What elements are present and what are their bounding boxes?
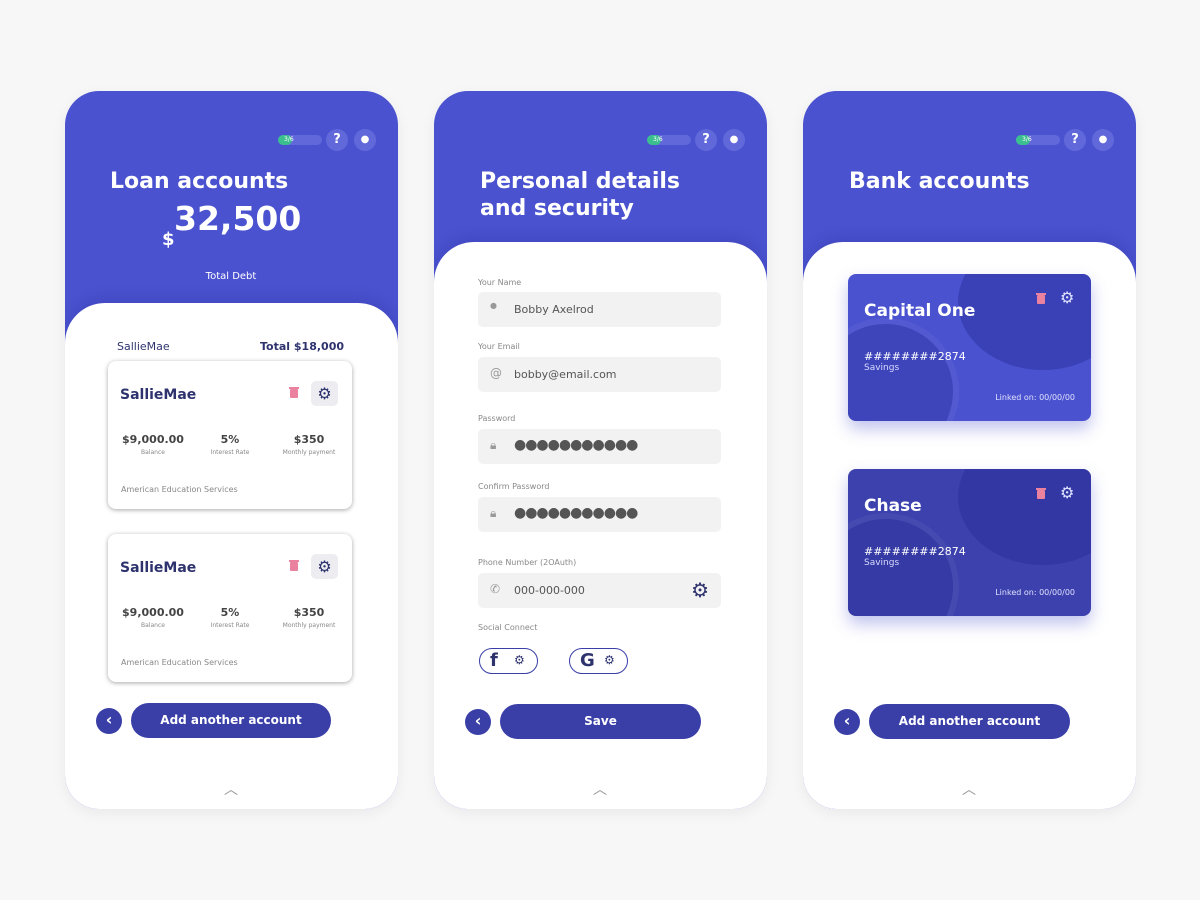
- lender-total: Total $18,000: [260, 340, 344, 353]
- total-debt-amount: 32,500: [174, 199, 302, 238]
- loan-card[interactable]: SallieMae ⚙ $9,000.00 Balance 5% Interest …: [108, 534, 352, 682]
- phone-input[interactable]: ✆ 000-000-000 ⚙: [478, 573, 721, 608]
- trash-icon[interactable]: [1036, 487, 1046, 499]
- help-button[interactable]: ?: [695, 129, 717, 151]
- total-debt-label: Total Debt: [205, 271, 257, 282]
- settings-gear-icon: ⚙: [514, 653, 525, 667]
- add-account-button[interactable]: Add another account: [131, 703, 331, 738]
- password-input[interactable]: 🔒︎ ●●●●●●●●●●●: [478, 429, 721, 464]
- help-button[interactable]: ?: [1064, 129, 1086, 151]
- loan-card[interactable]: SallieMae ⚙ $9,000.00 Balance 5% Interest …: [108, 361, 352, 509]
- trash-icon[interactable]: [289, 386, 299, 398]
- personal-details-screen: 3/6 ? ● Personal details and security You…: [434, 91, 767, 809]
- settings-gear-icon[interactable]: ⚙: [1060, 288, 1074, 307]
- back-button[interactable]: ‹: [834, 709, 860, 735]
- add-account-button[interactable]: Add another account: [869, 704, 1070, 739]
- lock-icon: 🔒︎: [490, 438, 497, 452]
- google-icon: G: [580, 650, 595, 671]
- at-icon: @: [490, 366, 502, 380]
- bank-card[interactable]: Capital One ⚙ ########2874 Savings Linke…: [848, 274, 1091, 421]
- bank-card[interactable]: Chase ⚙ ########2874 Savings Linked on: …: [848, 469, 1091, 616]
- facebook-icon: f: [490, 650, 498, 671]
- save-button[interactable]: Save: [500, 704, 701, 739]
- settings-gear-icon: ⚙: [604, 653, 615, 667]
- settings-gear-icon[interactable]: ⚙: [311, 381, 338, 406]
- page-title: Loan accounts: [110, 169, 289, 194]
- lender-name: SallieMae: [117, 340, 170, 353]
- back-button[interactable]: ‹: [465, 709, 491, 735]
- user-icon: ●: [490, 301, 497, 310]
- facebook-connect-button[interactable]: f ⚙: [479, 648, 538, 674]
- settings-gear-icon[interactable]: ⚙: [691, 578, 709, 602]
- progress-bar: 3/6: [647, 135, 691, 145]
- google-connect-button[interactable]: G ⚙: [569, 648, 628, 674]
- settings-gear-icon[interactable]: ⚙: [1060, 483, 1074, 502]
- chat-button[interactable]: ●: [1092, 129, 1114, 151]
- loan-accounts-screen: 3/6 ? ● Loan accounts $ 32,500 Total Deb…: [65, 91, 398, 809]
- name-input[interactable]: ● Bobby Axelrod: [478, 292, 721, 327]
- bank-accounts-screen: 3/6 ? ● Bank accounts Capital One ⚙ ####…: [803, 91, 1136, 809]
- confirm-password-input[interactable]: 🔒︎ ●●●●●●●●●●●: [478, 497, 721, 532]
- back-button[interactable]: ‹: [96, 708, 122, 734]
- chevron-up-icon[interactable]: ︿: [959, 779, 979, 799]
- settings-gear-icon[interactable]: ⚙: [311, 554, 338, 579]
- progress-bar: 3/6: [278, 135, 322, 145]
- chat-button[interactable]: ●: [723, 129, 745, 151]
- lock-icon: 🔒︎: [490, 506, 497, 520]
- trash-icon[interactable]: [1036, 292, 1046, 304]
- help-button[interactable]: ?: [326, 129, 348, 151]
- chevron-up-icon[interactable]: ︿: [590, 779, 610, 799]
- chat-button[interactable]: ●: [354, 129, 376, 151]
- trash-icon[interactable]: [289, 559, 299, 571]
- currency-symbol: $: [162, 229, 175, 250]
- chevron-up-icon[interactable]: ︿: [221, 779, 241, 799]
- page-title: Personal details and security: [480, 169, 681, 221]
- phone-icon: ✆: [490, 582, 501, 596]
- page-title: Bank accounts: [849, 169, 1030, 194]
- email-input[interactable]: @ bobby@email.com: [478, 357, 721, 392]
- progress-bar: 3/6: [1016, 135, 1060, 145]
